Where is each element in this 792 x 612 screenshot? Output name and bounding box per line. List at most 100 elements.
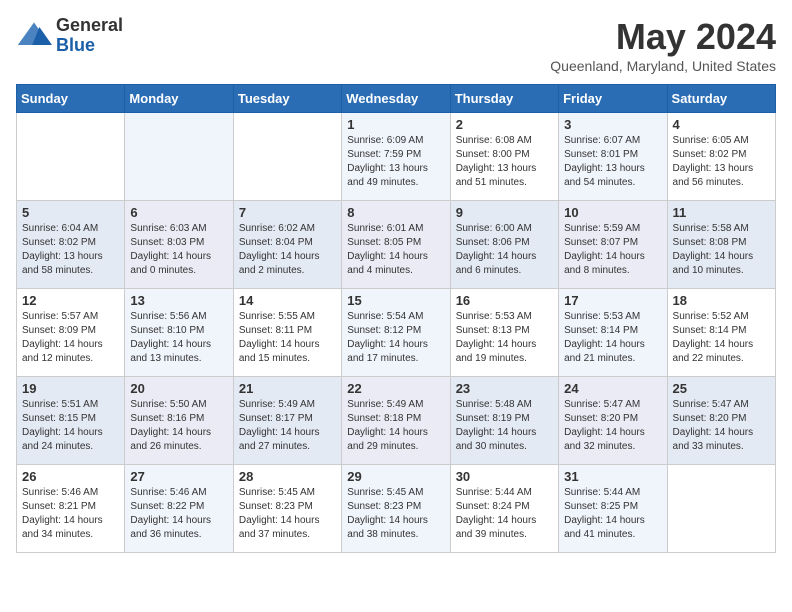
table-row: 1Sunrise: 6:09 AMSunset: 7:59 PMDaylight… [342,113,450,201]
daylight-text: Daylight: 14 hours and 41 minutes. [564,515,645,540]
day-number: 25 [673,381,770,396]
sunrise-text: Sunrise: 5:53 AM [564,311,640,322]
sunset-text: Sunset: 8:12 PM [347,325,421,336]
sunset-text: Sunset: 8:14 PM [673,325,747,336]
cell-info: Sunrise: 5:47 AM Sunset: 8:20 PM Daylight:… [564,398,661,454]
day-number: 17 [564,293,661,308]
header-row: Sunday Monday Tuesday Wednesday Thursday… [17,85,776,113]
cell-info: Sunrise: 5:51 AMSunset: 8:15 PMDaylight:… [22,398,119,454]
sunset-text: Sunset: 8:20 PM [564,413,638,424]
cell-info: Sunrise: 5:50 AMSunset: 8:16 PMDaylight:… [130,398,227,454]
day-number: 22 [347,381,444,396]
week-row-3: 12 Sunrise: 5:57 AM Sunset: 8:09 PM Dayligh… [17,289,776,377]
sunrise-text: Sunrise: 6:08 AM [456,135,532,146]
table-row: 15Sunrise: 5:54 AMSunset: 8:12 PMDayligh… [342,289,450,377]
sunrise-text: Sunrise: 5:45 AM [347,487,423,498]
day-number: 7 [239,205,336,220]
day-number: 26 [22,469,119,484]
sunset-text: Sunset: 8:17 PM [239,413,313,424]
table-row [233,113,341,201]
sunrise-text: Sunrise: 5:44 AM [564,487,640,498]
daylight-text: Daylight: 14 hours and 0 minutes. [130,251,211,276]
week-row-4: 19 Sunrise: 5:51 AMSunset: 8:15 PMDayligh… [17,377,776,465]
logo-general-text: General [56,15,123,35]
cell-info: Sunrise: 5:49 AMSunset: 8:18 PMDaylight:… [347,398,444,454]
sunset-text: Sunset: 8:23 PM [347,501,421,512]
sunset-text: Sunset: 8:24 PM [456,501,530,512]
sunset-text: Sunset: 8:07 PM [564,237,638,248]
th-wednesday: Wednesday [342,85,450,113]
daylight-text: Daylight: 13 hours and 51 minutes. [456,163,537,188]
day-number: 10 [564,205,661,220]
sunset-text: Sunset: 8:25 PM [564,501,638,512]
daylight-text: Daylight: 14 hours and 36 minutes. [130,515,211,540]
day-number: 2 [456,117,553,132]
day-number: 12 [22,293,119,308]
th-sunday: Sunday [17,85,125,113]
table-row: 9Sunrise: 6:00 AMSunset: 8:06 PMDaylight… [450,201,558,289]
daylight-text: Daylight: 14 hours and 37 minutes. [239,515,320,540]
sunset-text: Sunset: 8:11 PM [239,325,312,336]
cell-info: Sunrise: 5:56 AMSunset: 8:10 PMDaylight:… [130,310,227,366]
sunset-text: Sunset: 8:20 PM [673,413,747,424]
sunset-text: Sunset: 8:14 PM [564,325,638,336]
sunrise-text: Sunrise: 5:46 AM [22,487,98,498]
sunrise-text: Sunrise: 5:47 AM [564,399,640,410]
sunrise-text: Sunrise: 6:00 AM [456,223,532,234]
logo-icon [16,18,52,54]
day-number: 24 [564,381,661,396]
day-number: 15 [347,293,444,308]
table-row: 14Sunrise: 5:55 AMSunset: 8:11 PMDayligh… [233,289,341,377]
daylight-text: Daylight: 14 hours and 4 minutes. [347,251,428,276]
th-saturday: Saturday [667,85,775,113]
cell-info: Sunrise: 5:59 AMSunset: 8:07 PMDaylight:… [564,222,661,278]
th-friday: Friday [559,85,667,113]
sunrise-text: Sunrise: 5:59 AM [564,223,640,234]
day-number: 20 [130,381,227,396]
th-monday: Monday [125,85,233,113]
cell-info: Sunrise: 6:03 AMSunset: 8:03 PMDaylight:… [130,222,227,278]
sunset-text: Sunset: 8:18 PM [347,413,421,424]
sunset-text: Sunset: 8:09 PM [22,325,96,336]
day-number: 21 [239,381,336,396]
sunrise-text: Sunrise: 5:58 AM [673,223,749,234]
cell-info: Sunrise: 5:53 AMSunset: 8:14 PMDaylight:… [564,310,661,366]
cell-info: Sunrise: 6:08 AMSunset: 8:00 PMDaylight:… [456,134,553,190]
cell-info: Sunrise: 6:07 AMSunset: 8:01 PMDaylight:… [564,134,661,190]
day-number: 16 [456,293,553,308]
table-row: 18Sunrise: 5:52 AMSunset: 8:14 PMDayligh… [667,289,775,377]
daylight-text: Daylight: 14 hours and 19 minutes. [456,339,537,364]
sunrise-text: Sunrise: 6:09 AM [347,135,423,146]
sunrise-text: Sunrise: 5:57 AM [22,311,98,322]
table-row: 17Sunrise: 5:53 AMSunset: 8:14 PMDayligh… [559,289,667,377]
day-number: 19 [22,381,119,396]
day-number: 28 [239,469,336,484]
table-row [667,465,775,553]
table-row: 23Sunrise: 5:48 AMSunset: 8:19 PMDayligh… [450,377,558,465]
table-row: 22 Sunrise: 5:49 AMSunset: 8:18 PMDayligh… [342,377,450,465]
table-row: 29Sunrise: 5:45 AMSunset: 8:23 PMDayligh… [342,465,450,553]
sunset-text: Sunset: 8:19 PM [456,413,530,424]
daylight-text: Daylight: 14 hours and 32 minutes. [564,427,645,452]
daylight-text: Daylight: 14 hours and 10 minutes. [673,251,754,276]
day-number: 29 [347,469,444,484]
daylight-text: Daylight: 14 hours and 27 minutes. [239,427,320,452]
table-row: 20 Sunrise: 5:50 AMSunset: 8:16 PMDayligh… [125,377,233,465]
daylight-text: Daylight: 13 hours and 58 minutes. [22,251,103,276]
table-row: 30Sunrise: 5:44 AMSunset: 8:24 PMDayligh… [450,465,558,553]
day-number: 27 [130,469,227,484]
table-row: 2 Sunrise: 6:08 AMSunset: 8:00 PMDaylight… [450,113,558,201]
day-number: 18 [673,293,770,308]
cell-info: Sunrise: 5:47 AMSunset: 8:20 PMDaylight:… [673,398,770,454]
table-row: 25 Sunrise: 5:47 AMSunset: 8:20 PMDayligh… [667,377,775,465]
daylight-text: Daylight: 14 hours and 29 minutes. [347,427,428,452]
daylight-text: Daylight: 14 hours and 30 minutes. [456,427,537,452]
sunset-text: Sunset: 7:59 PM [347,149,421,160]
daylight-text: Daylight: 14 hours and 26 minutes. [130,427,211,452]
daylight-text: Daylight: 14 hours and 15 minutes. [239,339,320,364]
sunrise-text: Sunrise: 5:44 AM [456,487,532,498]
sunrise-text: Sunrise: 6:05 AM [673,135,749,146]
sunset-text: Sunset: 8:23 PM [239,501,313,512]
cell-info: Sunrise: 5:53 AMSunset: 8:13 PMDaylight:… [456,310,553,366]
sunrise-text: Sunrise: 6:04 AM [22,223,98,234]
